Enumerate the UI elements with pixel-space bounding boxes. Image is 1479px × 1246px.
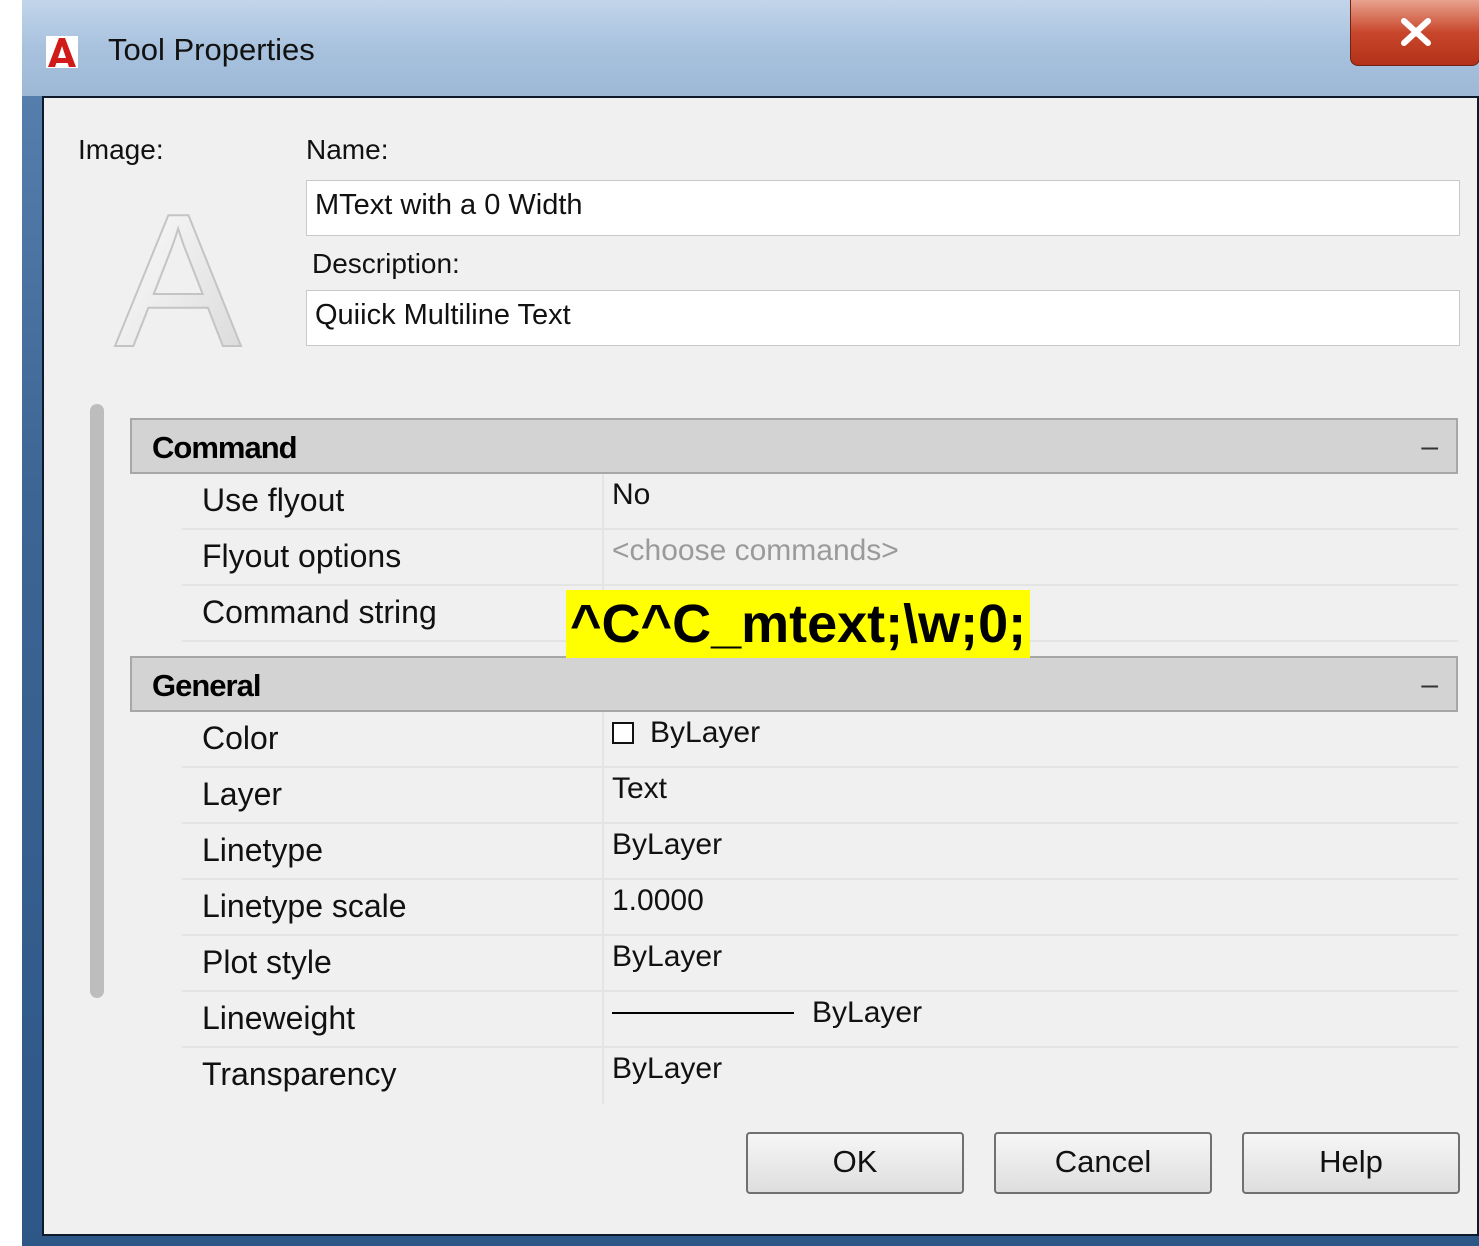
property-key: Flyout options <box>202 538 402 574</box>
vertical-scrollbar[interactable] <box>90 404 104 998</box>
property-row-lineweight[interactable]: Lineweight ByLayer <box>182 992 1458 1048</box>
column-divider <box>602 880 604 934</box>
tool-properties-window: Tool Properties Image: Name: A MText wit… <box>22 0 1479 1246</box>
section-title: Command <box>152 430 298 465</box>
property-key: Linetype <box>202 832 323 868</box>
property-row-use-flyout[interactable]: Use flyout No <box>182 474 1458 530</box>
window-title: Tool Properties <box>108 32 315 67</box>
autocad-logo-icon <box>46 36 78 68</box>
column-divider <box>602 712 604 766</box>
section-title: General <box>152 668 261 703</box>
property-key: Lineweight <box>202 1000 355 1036</box>
name-label: Name: <box>306 134 389 165</box>
property-key: Command string <box>202 594 437 630</box>
column-divider <box>602 530 604 584</box>
column-divider <box>602 768 604 822</box>
property-value[interactable]: <choose commands> <box>612 534 899 568</box>
property-row-linetype-scale[interactable]: Linetype scale 1.0000 <box>182 880 1458 936</box>
property-value[interactable]: ByLayer <box>612 828 722 862</box>
property-value-lineweight[interactable]: ByLayer <box>612 996 922 1030</box>
property-value[interactable]: Text <box>612 772 667 806</box>
cancel-button[interactable]: Cancel <box>994 1132 1212 1194</box>
title-bar[interactable]: Tool Properties <box>22 0 1479 96</box>
lineweight-preview-line <box>612 1012 794 1014</box>
color-value-text: ByLayer <box>650 716 761 749</box>
help-button[interactable]: Help <box>1242 1132 1460 1194</box>
property-row-layer[interactable]: Layer Text <box>182 768 1458 824</box>
property-value[interactable]: No <box>612 478 650 512</box>
column-divider <box>602 992 604 1046</box>
color-swatch-icon <box>612 722 634 744</box>
property-row-plot-style[interactable]: Plot style ByLayer <box>182 936 1458 992</box>
column-divider <box>602 474 604 528</box>
column-divider <box>602 824 604 878</box>
property-value[interactable]: ByLayer <box>612 1052 722 1086</box>
command-string-highlight-annotation: ^C^C_mtext;\w;0; <box>566 590 1031 658</box>
property-key: Plot style <box>202 944 332 980</box>
image-label: Image: <box>78 134 164 165</box>
property-key: Transparency <box>202 1056 397 1092</box>
property-key: Layer <box>202 776 283 812</box>
property-row-flyout-options[interactable]: Flyout options <choose commands> <box>182 530 1458 586</box>
property-value[interactable]: 1.0000 <box>612 884 704 918</box>
property-row-color[interactable]: Color ByLayer <box>182 712 1458 768</box>
section-general-header[interactable]: General – <box>130 656 1458 712</box>
tool-image-preview-icon[interactable]: A <box>98 196 258 366</box>
property-row-transparency[interactable]: Transparency ByLayer <box>182 1048 1458 1104</box>
property-value-color[interactable]: ByLayer <box>612 716 760 750</box>
close-button[interactable] <box>1350 0 1479 66</box>
close-icon <box>1401 18 1431 46</box>
ok-button[interactable]: OK <box>746 1132 964 1194</box>
name-input[interactable]: MText with a 0 Width <box>306 180 1460 236</box>
collapse-icon[interactable]: – <box>1421 668 1438 702</box>
section-command-header[interactable]: Command – <box>130 418 1458 474</box>
property-key: Color <box>202 720 279 756</box>
description-input[interactable]: Quiick Multiline Text <box>306 290 1460 346</box>
column-divider <box>602 1048 604 1104</box>
property-row-linetype[interactable]: Linetype ByLayer <box>182 824 1458 880</box>
lineweight-value-text: ByLayer <box>812 996 923 1029</box>
property-key: Linetype scale <box>202 888 407 924</box>
collapse-icon[interactable]: – <box>1421 430 1438 464</box>
column-divider <box>602 936 604 990</box>
description-label: Description: <box>312 248 460 279</box>
property-key: Use flyout <box>202 482 345 518</box>
property-value[interactable]: ByLayer <box>612 940 722 974</box>
dialog-body: Image: Name: A MText with a 0 Width Desc… <box>42 96 1479 1236</box>
svg-text:A: A <box>115 196 242 366</box>
